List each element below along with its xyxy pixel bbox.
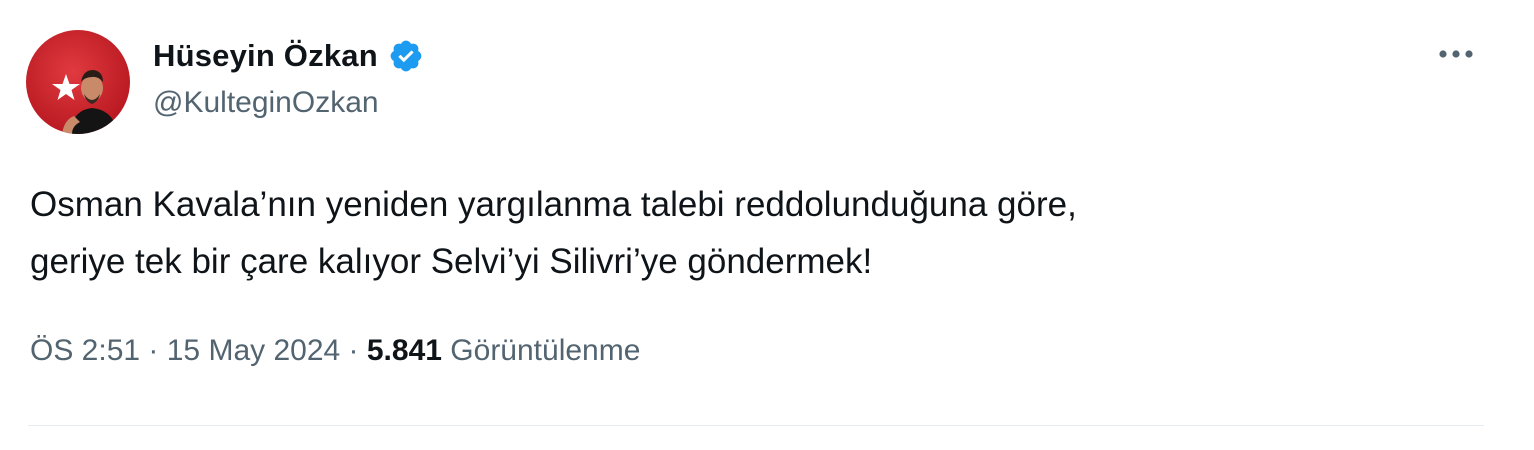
- views-spacer: [442, 334, 450, 368]
- avatar-image: [26, 30, 130, 134]
- tweet-meta: ÖS 2:51 · 15 May 2024 · 5.841 Görüntülen…: [30, 334, 640, 368]
- tweet-time[interactable]: ÖS 2:51: [30, 334, 140, 368]
- divider: [28, 425, 1484, 426]
- author-handle[interactable]: @KulteginOzkan: [153, 86, 379, 120]
- verified-badge-icon[interactable]: [388, 38, 424, 74]
- tweet-card: Hüseyin Özkan @KulteginOzkan Osman Kaval…: [0, 0, 1534, 450]
- meta-separator: ·: [140, 334, 167, 367]
- more-horizontal-icon: [1439, 50, 1473, 58]
- more-options-button[interactable]: [1428, 30, 1484, 78]
- meta-separator: ·: [340, 334, 367, 367]
- tweet-text: Osman Kavala’nın yeniden yargılanma tale…: [30, 185, 1077, 281]
- tweet-date[interactable]: 15 May 2024: [167, 334, 340, 368]
- author-name-row: Hüseyin Özkan: [153, 34, 424, 78]
- views-count[interactable]: 5.841: [367, 334, 442, 368]
- views-label[interactable]: Görüntülenme: [450, 334, 640, 368]
- avatar[interactable]: [26, 30, 130, 134]
- author-display-name[interactable]: Hüseyin Özkan: [153, 38, 378, 74]
